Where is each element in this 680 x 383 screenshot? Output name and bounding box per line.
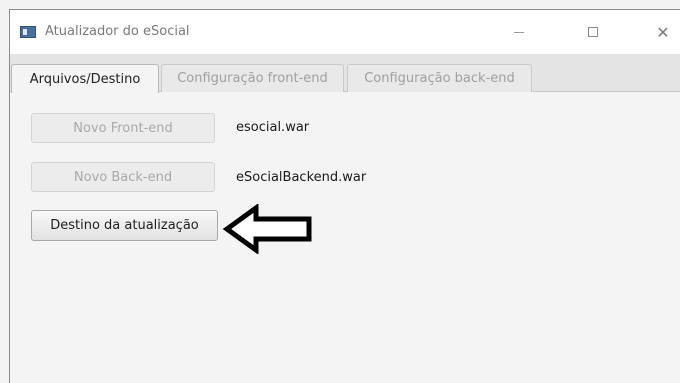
- close-icon: ✕: [656, 22, 670, 42]
- update-destination-button[interactable]: Destino da atualização: [31, 210, 218, 241]
- tab-arquivos-destino[interactable]: Arquivos/Destino: [11, 64, 159, 93]
- tab-bar: Arquivos/Destino Configuração front-end …: [10, 54, 680, 93]
- title-bar[interactable]: Atualizador do eSocial ✕: [10, 10, 680, 54]
- new-back-end-button[interactable]: Novo Back-end: [31, 162, 215, 192]
- tab-label: Arquivos/Destino: [29, 71, 141, 87]
- tab-configuracao-back-end[interactable]: Configuração back-end: [347, 64, 532, 92]
- app-icon: [20, 26, 36, 38]
- tab-label: Configuração back-end: [364, 71, 515, 86]
- tab-configuracao-front-end[interactable]: Configuração front-end: [161, 64, 344, 92]
- close-button[interactable]: ✕: [640, 10, 680, 54]
- window-title: Atualizador do eSocial: [45, 24, 190, 39]
- new-front-end-button[interactable]: Novo Front-end: [31, 113, 215, 143]
- maximize-icon: [588, 27, 598, 37]
- minimize-button[interactable]: [496, 10, 542, 54]
- tab-label: Configuração front-end: [177, 71, 328, 86]
- front-end-file-label: esocial.war: [236, 120, 310, 135]
- maximize-button[interactable]: [570, 10, 616, 54]
- minimize-icon: [514, 31, 524, 33]
- app-window: Atualizador do eSocial ✕ Arquivos/Destin…: [9, 9, 680, 383]
- back-end-file-label: eSocialBackend.war: [236, 170, 367, 185]
- left-arrow-icon: [223, 204, 312, 254]
